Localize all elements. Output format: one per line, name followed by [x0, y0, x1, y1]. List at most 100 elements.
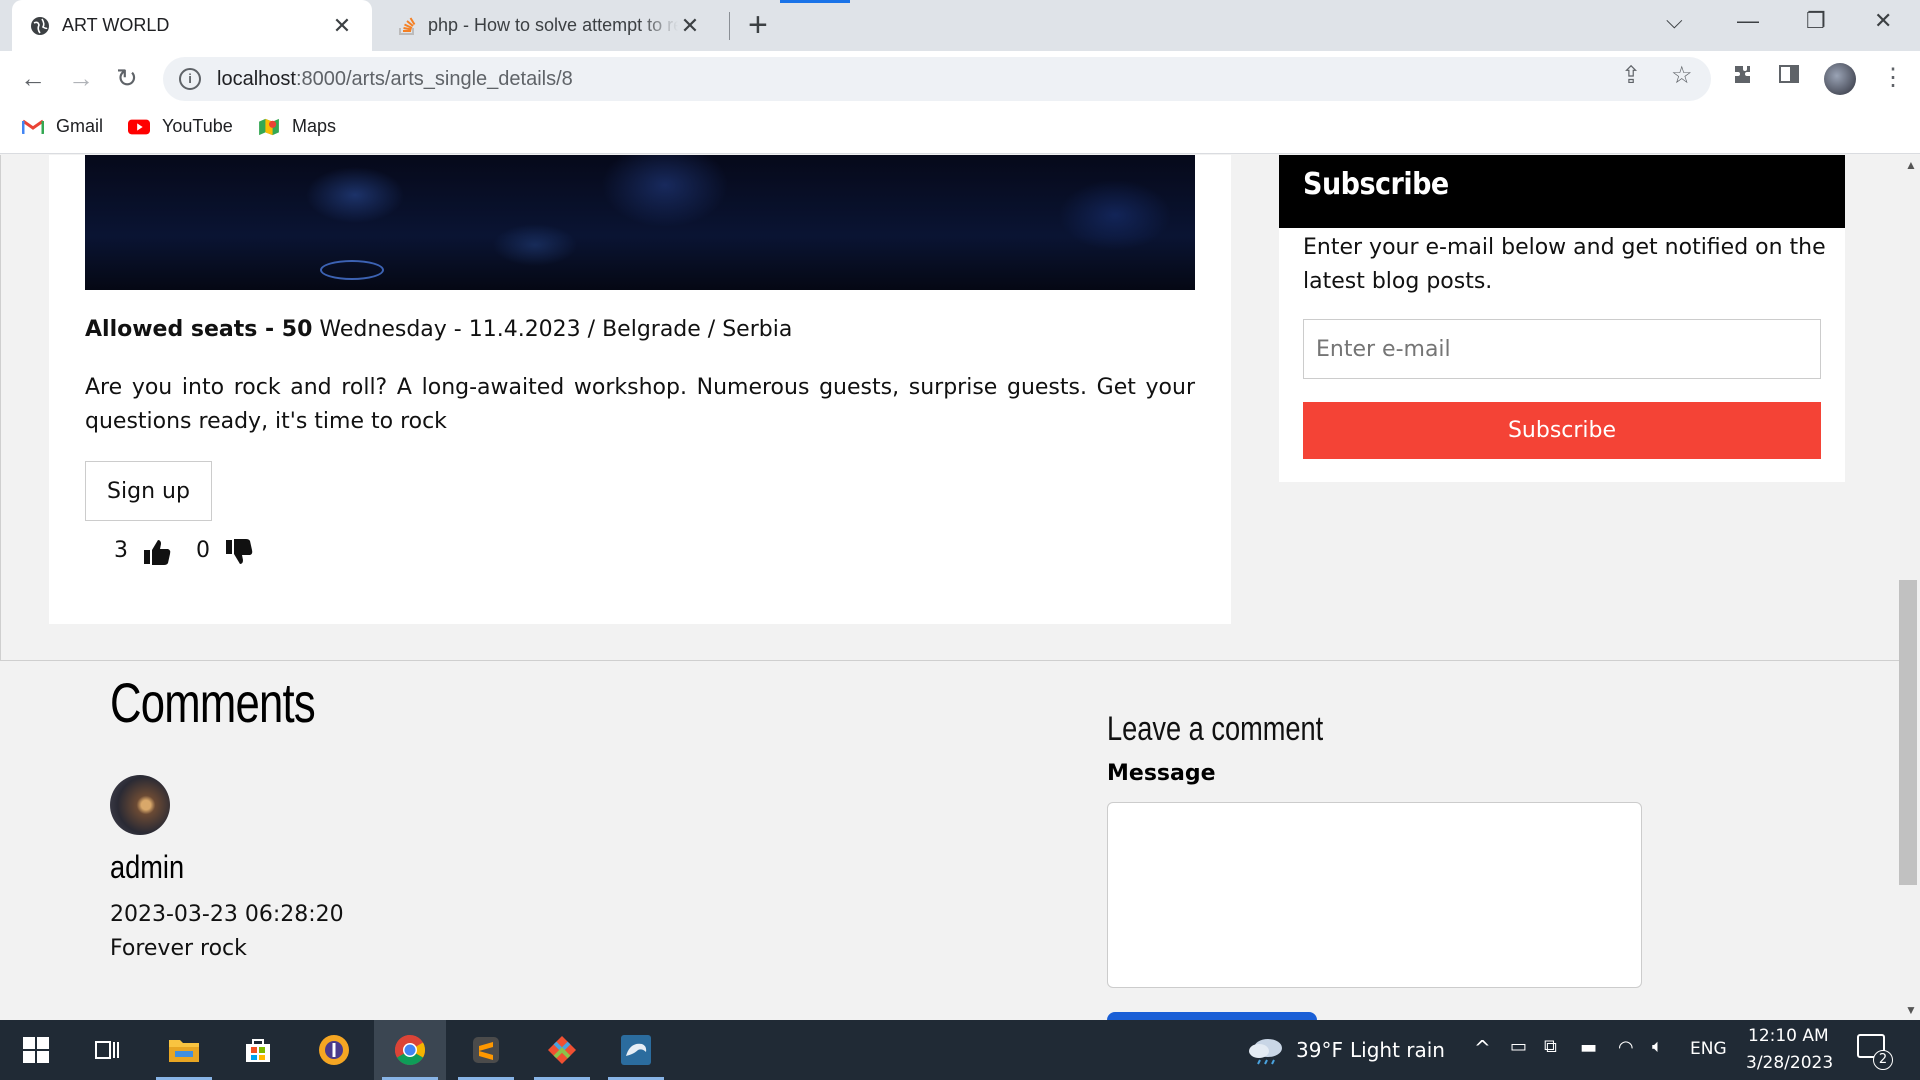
comments-heading: Comments — [110, 671, 316, 734]
thumbs-down-icon[interactable] — [224, 537, 254, 567]
dislike-count: 0 — [196, 537, 210, 563]
gmail-icon — [22, 119, 44, 134]
share-icon[interactable]: ⇪ — [1621, 61, 1641, 90]
back-arrow-icon[interactable]: ← — [20, 63, 46, 94]
browser-toolbar: ← → ↻ i localhost:8000/arts/arts_single_… — [0, 51, 1920, 106]
windows-taskbar: 39°F Light rain ^ ▭ ⧉ ▬ ◠ 🔈︎ ENG 12:10 A… — [0, 1020, 1920, 1080]
task-view-icon — [95, 1041, 119, 1059]
tab-stackoverflow[interactable]: php - How to solve attempt to re ✕ — [380, 0, 720, 51]
shield-app-icon — [319, 1035, 349, 1065]
minimize-icon[interactable]: — — [1737, 8, 1759, 34]
menu-kebab-icon[interactable]: ⋮ — [1881, 63, 1905, 92]
wifi-icon[interactable]: ◠ — [1618, 1037, 1634, 1058]
allowed-seats: Allowed seats - 50 — [85, 317, 313, 342]
folder-icon — [169, 1040, 199, 1062]
loading-indicator — [780, 0, 850, 3]
new-tab-button[interactable]: + — [748, 8, 768, 42]
language-indicator[interactable]: ENG — [1690, 1039, 1727, 1059]
scroll-up-arrow-icon[interactable]: ▲ — [1905, 158, 1917, 172]
close-tab-icon[interactable]: ✕ — [678, 13, 702, 39]
restore-icon[interactable]: ❐ — [1806, 8, 1826, 34]
bookmarks-bar: Gmail YouTube Maps — [0, 106, 1920, 154]
extensions-icon[interactable] — [1731, 63, 1755, 94]
bookmark-youtube[interactable]: YouTube — [128, 116, 233, 137]
bookmark-star-icon[interactable]: ☆ — [1671, 61, 1693, 90]
tab-title: php - How to solve attempt to re — [428, 15, 678, 35]
dolphin-icon — [621, 1035, 651, 1065]
bookmark-label: Maps — [292, 116, 337, 136]
event-image — [85, 155, 1195, 290]
vote-bar: 3 0 — [114, 533, 278, 567]
windows-logo-icon — [23, 1037, 49, 1063]
screen: ART WORLD ✕ php - How to solve attempt t… — [0, 0, 1920, 1080]
maps-icon — [259, 118, 279, 135]
volume-icon[interactable]: 🔈︎ — [1652, 1036, 1663, 1057]
meet-icon[interactable]: ▭ — [1510, 1036, 1527, 1057]
bookmark-gmail[interactable]: Gmail — [22, 116, 103, 137]
git-icon — [548, 1036, 576, 1064]
subscribe-title: Subscribe — [1279, 155, 1845, 228]
subscribe-text: Enter your e-mail below and get notified… — [1303, 235, 1826, 294]
start-button[interactable] — [0, 1020, 72, 1080]
submit-comment-button[interactable] — [1107, 1012, 1317, 1020]
chevron-up-icon[interactable]: ^ — [1474, 1036, 1491, 1060]
like-count: 3 — [114, 537, 128, 563]
sublime-icon — [473, 1037, 499, 1063]
bookmark-label: YouTube — [162, 116, 233, 136]
reload-icon[interactable]: ↻ — [116, 63, 138, 94]
stackoverflow-icon — [399, 16, 416, 35]
notification-count-badge: 2 — [1873, 1050, 1893, 1070]
forward-arrow-icon[interactable]: → — [68, 63, 94, 94]
page-viewport: Allowed seats - 50 Wednesday - 11.4.2023… — [0, 155, 1900, 1020]
section-divider — [0, 660, 1900, 661]
weather-description[interactable]: Light rain — [1350, 1038, 1445, 1062]
clock-time[interactable]: 12:10 AM — [1748, 1026, 1829, 1046]
leave-comment-heading: Leave a comment — [1107, 710, 1324, 748]
tab-strip: ART WORLD ✕ php - How to solve attempt t… — [0, 0, 1920, 51]
event-date-location: Wednesday - 11.4.2023 / Belgrade / Serbi… — [312, 317, 793, 342]
side-panel-icon[interactable] — [1778, 63, 1800, 92]
brave-vpn-button[interactable] — [298, 1020, 370, 1080]
file-explorer-button[interactable] — [148, 1020, 220, 1080]
thumbs-up-icon[interactable] — [142, 537, 172, 567]
git-app-button[interactable] — [526, 1020, 598, 1080]
message-textarea[interactable] — [1107, 802, 1642, 988]
subscribe-card: Subscribe Enter your e-mail below and ge… — [1279, 155, 1845, 482]
comment-avatar — [110, 775, 170, 835]
profile-avatar[interactable] — [1824, 63, 1856, 95]
light-ring — [320, 260, 384, 280]
comment-date: 2023-03-23 06:28:20 — [110, 902, 344, 927]
scroll-down-arrow-icon[interactable]: ▼ — [1905, 1003, 1917, 1017]
tab-title: ART WORLD — [62, 15, 170, 35]
url-path: :8000/arts/arts_single_details/8 — [295, 67, 573, 90]
display-icon[interactable]: ⧉ — [1544, 1036, 1557, 1057]
clock-date[interactable]: 3/28/2023 — [1746, 1053, 1833, 1073]
frame-border — [0, 155, 1, 660]
microsoft-store-button[interactable] — [222, 1020, 294, 1080]
chrome-button[interactable] — [374, 1020, 446, 1080]
tab-search-icon[interactable]: ⌵ — [1666, 8, 1683, 34]
tab-separator — [729, 12, 730, 40]
subscribe-button[interactable]: Subscribe — [1303, 402, 1821, 459]
battery-icon[interactable]: ▬ — [1580, 1037, 1597, 1058]
event-meta: Allowed seats - 50 Wednesday - 11.4.2023… — [85, 317, 792, 342]
email-input[interactable] — [1303, 319, 1821, 379]
message-label: Message — [1107, 761, 1216, 786]
sign-up-button[interactable]: Sign up — [85, 461, 212, 521]
scrollbar-thumb[interactable] — [1899, 580, 1917, 885]
task-view-button[interactable] — [72, 1020, 144, 1080]
site-info-icon[interactable]: i — [179, 68, 201, 90]
sublime-text-button[interactable] — [450, 1020, 522, 1080]
close-window-icon[interactable]: ✕ — [1874, 8, 1892, 34]
tab-art-world[interactable]: ART WORLD ✕ — [12, 0, 372, 51]
weather-temp[interactable]: 39°F — [1296, 1038, 1343, 1062]
bookmark-maps[interactable]: Maps — [258, 116, 336, 137]
bookmark-label: Gmail — [56, 116, 104, 136]
address-bar[interactable]: i localhost:8000/arts/arts_single_detail… — [163, 57, 1711, 101]
event-description: Are you into rock and roll? A long-await… — [85, 375, 1195, 434]
mysql-workbench-button[interactable] — [600, 1020, 672, 1080]
chrome-icon — [394, 1035, 426, 1066]
comment-author: admin — [110, 849, 185, 885]
close-tab-icon[interactable]: ✕ — [330, 13, 354, 39]
youtube-icon — [128, 119, 150, 134]
